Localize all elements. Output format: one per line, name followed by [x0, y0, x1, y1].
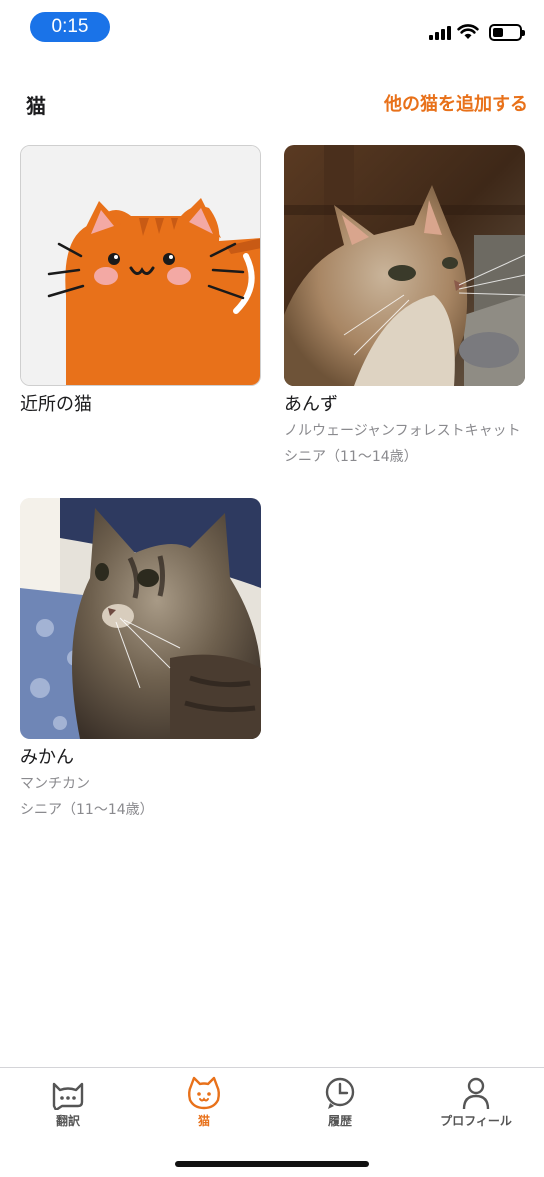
tab-label: 猫	[197, 1114, 210, 1128]
cat-card[interactable]: みかん マンチカン シニア（11〜14歳）	[20, 498, 261, 823]
add-cat-button[interactable]: 他の猫を追加する	[384, 90, 528, 116]
cat-name: みかん	[20, 747, 74, 768]
tab-label: 翻訳	[55, 1114, 80, 1128]
status-time: 0:15	[30, 12, 110, 42]
tab-translate[interactable]: 翻訳	[0, 1076, 136, 1140]
clock-icon	[325, 1077, 355, 1109]
cat-speech-icon	[52, 1082, 84, 1110]
person-icon	[462, 1077, 490, 1110]
cat-card[interactable]: あんず ノルウェージャンフォレストキャット シニア（11〜14歳）	[284, 145, 525, 470]
cat-photo	[20, 498, 261, 739]
battery-icon	[489, 23, 525, 41]
status-bar: 0:15	[0, 0, 544, 56]
cat-name: あんず	[284, 394, 338, 415]
cat-breed: ノルウェージャンフォレストキャット	[284, 423, 521, 439]
cat-photo	[284, 145, 525, 386]
tab-profile[interactable]: プロフィール	[408, 1076, 544, 1140]
wifi-icon	[457, 24, 479, 39]
home-indicator	[175, 1161, 369, 1167]
cat-breed: マンチカン	[20, 776, 90, 792]
cat-card[interactable]: 近所の猫	[20, 145, 261, 418]
cat-face-icon	[188, 1076, 220, 1110]
cat-name: 近所の猫	[20, 394, 92, 415]
header: 猫 他の猫を追加する	[0, 82, 544, 122]
page-title: 猫	[26, 94, 46, 118]
tab-history[interactable]: 履歴	[272, 1076, 408, 1140]
tab-cats[interactable]: 猫	[136, 1076, 272, 1140]
cat-illustration-image	[20, 145, 261, 386]
status-icons	[429, 22, 525, 42]
cat-age: シニア（11〜14歳）	[284, 449, 418, 465]
signal-icon	[429, 24, 451, 40]
tab-label: プロフィール	[440, 1114, 512, 1128]
tab-bar: 翻訳 猫 履歴 プロフィール	[0, 1067, 544, 1177]
tab-label: 履歴	[327, 1114, 352, 1128]
cat-age: シニア（11〜14歳）	[20, 802, 154, 818]
